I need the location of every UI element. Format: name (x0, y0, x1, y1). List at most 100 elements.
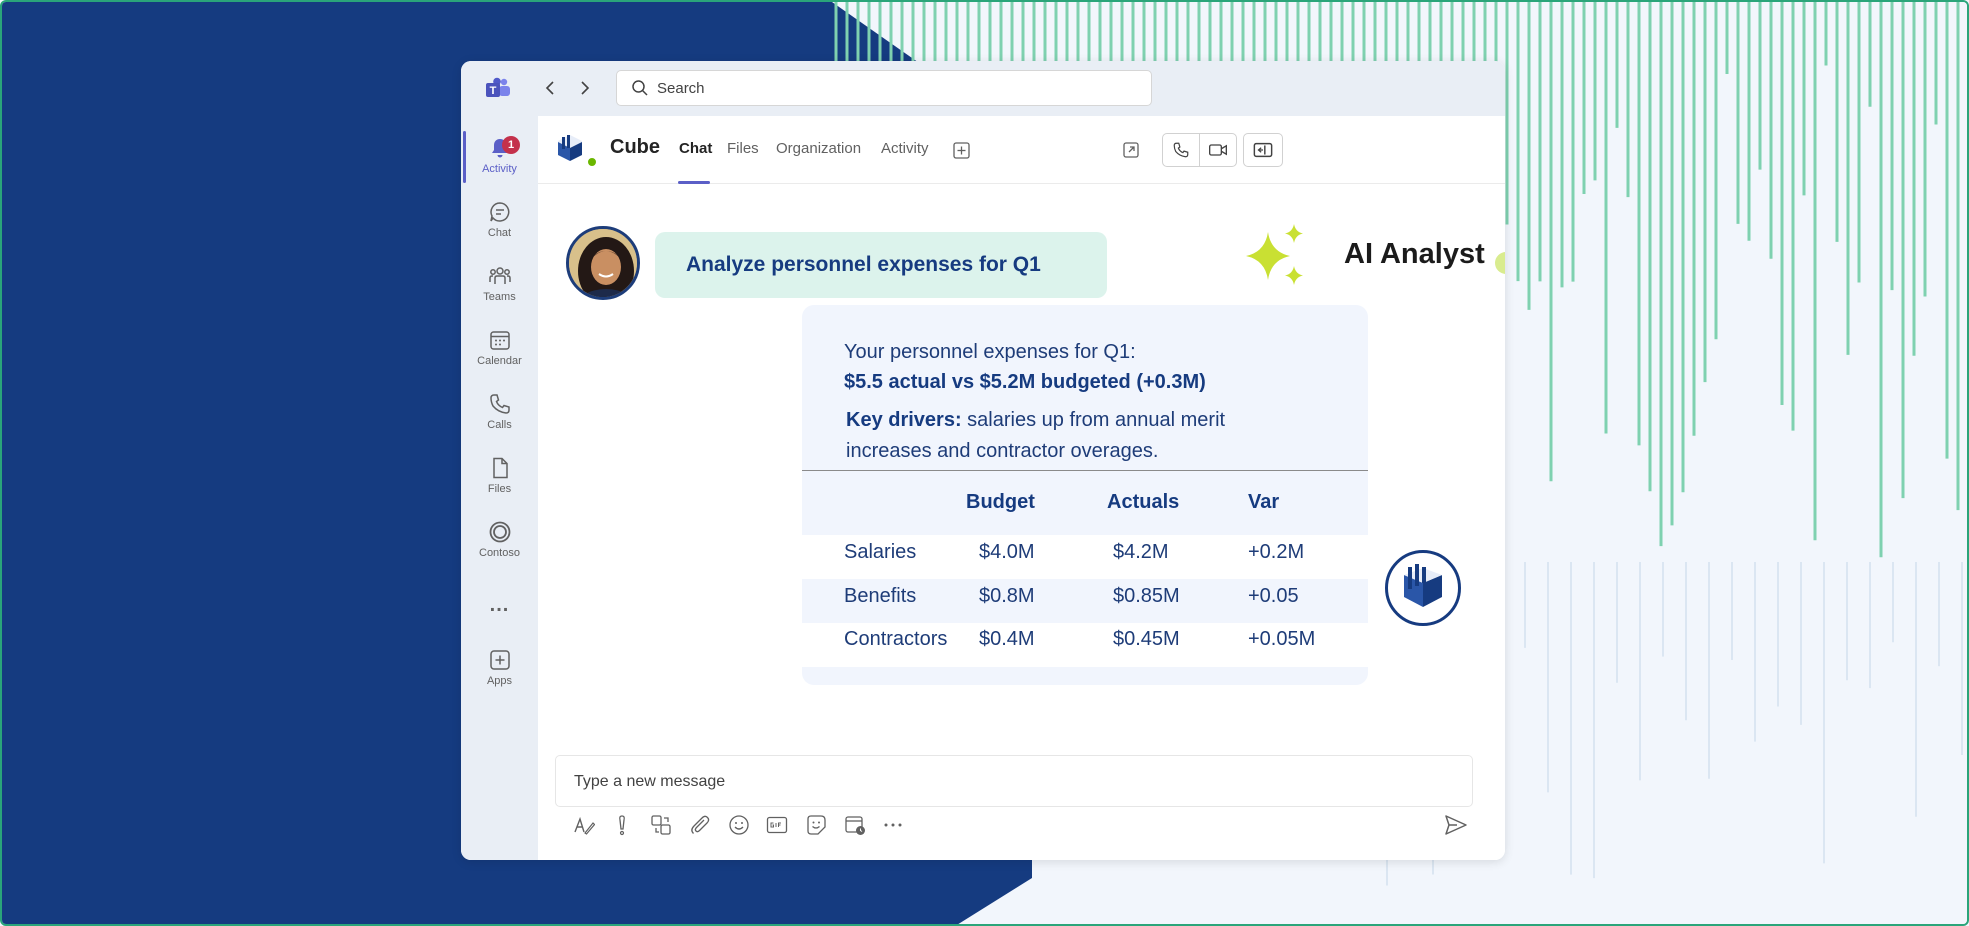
loop-button[interactable] (648, 812, 674, 838)
teams-icon (488, 267, 511, 284)
emoji-icon (729, 815, 749, 835)
teams-window: T Search 1 Activity Chat Teams Calendar … (461, 61, 1505, 860)
header-actuals: Actuals (1107, 491, 1180, 513)
ai-analyst-label: AI Analyst (1244, 220, 1505, 298)
response-drivers: Key drivers: salaries up from annual mer… (846, 405, 1286, 467)
attach-button[interactable] (687, 812, 713, 838)
row-var-salaries: +0.2M (1248, 541, 1305, 563)
row-label-benefits: Benefits (844, 585, 917, 607)
rail-label-calendar: Calendar (477, 355, 522, 367)
gif-button[interactable] (764, 812, 790, 838)
app-title: Cube (610, 136, 660, 158)
user-avatar (566, 226, 640, 300)
more-options-button[interactable] (880, 812, 906, 838)
presence-available-icon (586, 156, 598, 168)
rail-item-calls[interactable]: Calls (461, 392, 538, 452)
compose-placeholder: Type a new message (574, 773, 726, 790)
chat-icon (489, 202, 509, 222)
priority-button[interactable] (609, 812, 635, 838)
row-var-contractors: +0.05M (1248, 628, 1316, 650)
row-label-salaries: Salaries (844, 541, 917, 563)
sticker-button[interactable] (803, 812, 829, 838)
rail-item-apps[interactable]: Apps (461, 648, 538, 708)
row-budget-benefits: $0.8M (979, 585, 1035, 607)
share-screen-icon (1253, 142, 1273, 158)
svg-text:T: T (490, 85, 497, 97)
tab-activity[interactable]: Activity (881, 140, 929, 157)
schedule-meeting-button[interactable] (842, 812, 868, 838)
teams-logo-icon: T (486, 77, 510, 97)
format-pen-icon (574, 816, 595, 835)
user-message-bubble: Analyze personnel expenses for Q1 (655, 232, 1107, 298)
main-pane: Cube Chat Files Organization Activity An… (538, 116, 1505, 860)
response-intro: Your personnel expenses for Q1: (844, 341, 1136, 363)
message-compose-box[interactable]: Type a new message (555, 755, 1473, 807)
pop-out-icon[interactable] (1122, 141, 1140, 159)
cube-logo-icon (1385, 550, 1461, 626)
tab-chat[interactable]: Chat (679, 140, 712, 157)
app-rail: 1 Activity Chat Teams Calendar Calls Fil… (461, 116, 538, 860)
schedule-meeting-icon (845, 816, 865, 835)
rail-item-activity[interactable]: 1 Activity (461, 136, 538, 196)
share-screen-button[interactable] (1243, 133, 1283, 167)
rail-label-chat: Chat (487, 227, 512, 239)
format-button[interactable] (571, 812, 597, 838)
search-icon (632, 80, 648, 96)
rail-item-files[interactable]: Files (461, 456, 538, 516)
row-budget-contractors: $0.4M (979, 628, 1035, 650)
forward-arrow-icon[interactable] (573, 77, 595, 99)
ai-response-card: Your personnel expenses for Q1: $5.5 act… (802, 305, 1368, 685)
back-arrow-icon[interactable] (540, 77, 562, 99)
rail-item-calendar[interactable]: Calendar (461, 328, 538, 388)
more-icon: ... (489, 594, 510, 616)
sparkle-icon (1246, 224, 1303, 285)
sticker-icon (807, 815, 826, 835)
phone-icon (489, 394, 510, 414)
add-tab-icon[interactable] (953, 142, 970, 159)
rail-more-button[interactable]: ... (461, 594, 538, 624)
rail-item-contoso[interactable]: Contoso (461, 520, 538, 580)
send-icon (1445, 815, 1467, 835)
emoji-button[interactable] (726, 812, 752, 838)
more-icon (884, 823, 902, 827)
search-input[interactable]: Search (616, 70, 1152, 106)
rail-label-apps: Apps (486, 675, 513, 687)
tab-organization[interactable]: Organization (776, 140, 861, 157)
chat-header: Cube Chat Files Organization Activity (538, 116, 1505, 184)
drivers-label: Key drivers: (846, 409, 962, 431)
row-actuals-contractors: $0.45M (1113, 628, 1180, 650)
row-budget-salaries: $4.0M (979, 541, 1035, 563)
calendar-icon (489, 331, 510, 350)
row-label-contractors: Contractors (844, 628, 948, 650)
header-budget: Budget (966, 491, 1035, 513)
ai-analyst-name: AI Analyst (1344, 238, 1485, 270)
response-summary: $5.5 actual vs $5.2M budgeted (+0.3M) (844, 371, 1206, 393)
row-actuals-salaries: $4.2M (1113, 541, 1169, 563)
exclamation-icon (619, 815, 625, 836)
cube-app-icon (558, 135, 582, 161)
gif-icon (766, 816, 788, 834)
header-var: Var (1248, 491, 1280, 513)
rail-item-chat[interactable]: Chat (461, 200, 538, 260)
video-call-button[interactable] (1199, 133, 1237, 167)
row-actuals-benefits: $0.85M (1113, 585, 1180, 607)
rail-label-calls: Calls (487, 419, 512, 431)
row-var-benefits: +0.05 (1248, 585, 1299, 607)
audio-call-button[interactable] (1162, 133, 1200, 167)
rail-label-files: Files (487, 483, 512, 495)
add-app-icon (489, 650, 510, 670)
title-bar: T Search (461, 61, 1505, 116)
card-divider (802, 470, 1368, 471)
rail-label-contoso: Contoso (479, 547, 520, 559)
file-icon (492, 457, 508, 479)
typing-dots-icon (1495, 252, 1505, 274)
tab-files[interactable]: Files (727, 140, 759, 157)
phone-icon (1173, 142, 1189, 158)
loop-components-icon (651, 815, 671, 835)
rail-item-teams[interactable]: Teams (461, 264, 538, 324)
search-placeholder: Search (657, 79, 705, 97)
paperclip-icon (691, 815, 710, 834)
contoso-icon (489, 521, 510, 543)
send-button[interactable] (1443, 812, 1469, 838)
user-message-text: Analyze personnel expenses for Q1 (686, 253, 1041, 276)
